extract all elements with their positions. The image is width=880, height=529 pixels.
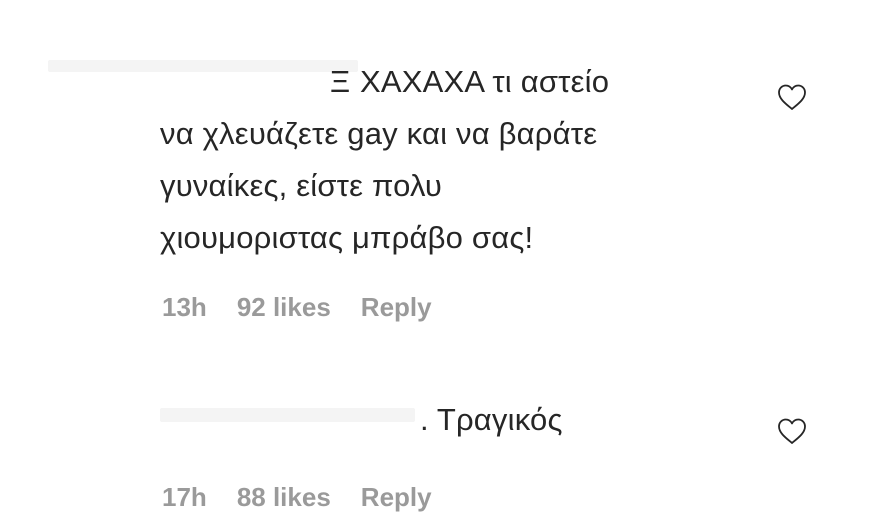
- comment-text: . Τραγικός: [420, 394, 563, 446]
- comment-meta: 17h 88 likes Reply: [162, 482, 432, 513]
- like-button[interactable]: [776, 82, 808, 112]
- redaction-mark: Ξ: [330, 64, 351, 99]
- redacted-username: [160, 408, 415, 422]
- heart-outline-icon: [778, 84, 806, 110]
- comment-timestamp: 17h: [162, 482, 207, 512]
- reply-button[interactable]: Reply: [361, 482, 432, 513]
- comment-text: Ξ ΧΑΧΑΧΑ τι αστείο να χλευάζετε gay και ν…: [160, 56, 740, 264]
- comment-timestamp: 13h: [162, 292, 207, 322]
- reply-button[interactable]: Reply: [361, 292, 432, 323]
- comment-meta: 13h 92 likes Reply: [162, 292, 432, 323]
- comment-line: Ξ ΧΑΧΑΧΑ τι αστείο: [160, 64, 609, 99]
- likes-count[interactable]: 92 likes: [237, 292, 331, 323]
- comment-line: να χλευάζετε gay και να βαράτε: [160, 116, 598, 151]
- comment-line: χιουμοριστας μπράβο σας!: [160, 220, 534, 255]
- likes-count[interactable]: 88 likes: [237, 482, 331, 513]
- heart-outline-icon: [778, 418, 806, 444]
- redaction-mark: .: [420, 402, 429, 437]
- comment-item: Ξ ΧΑΧΑΧΑ τι αστείο να χλευάζετε gay και ν…: [0, 0, 880, 340]
- like-button[interactable]: [776, 416, 808, 446]
- comment-item: . Τραγικός 17h 88 likes Reply: [0, 380, 880, 529]
- comment-line: γυναίκες, είστε πολυ: [160, 168, 443, 203]
